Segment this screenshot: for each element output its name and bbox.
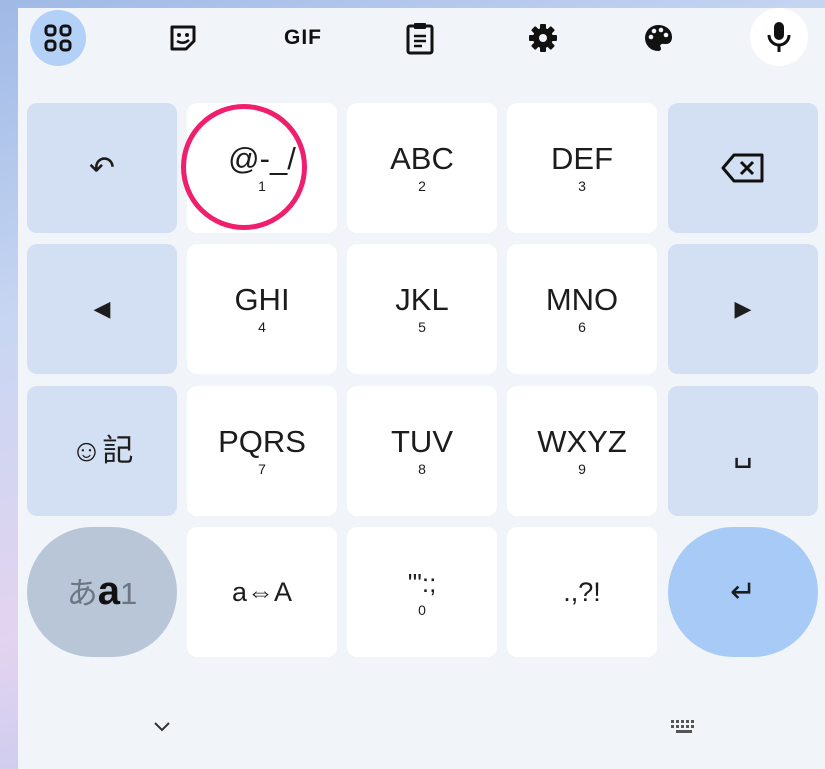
key-1[interactable]: @-_/ 1 [187, 103, 337, 233]
case-toggle-key[interactable]: a⇔A [187, 527, 337, 657]
key-7[interactable]: PQRS 7 [187, 386, 337, 516]
hiragana-mode: あ [66, 575, 98, 611]
caret-left-icon: ◀ [93, 296, 111, 321]
backspace-key[interactable] [668, 103, 818, 233]
emoji-symbol-label: ☺記 [70, 433, 134, 468]
gif-button[interactable]: GIF [275, 13, 331, 63]
key-2-label: ABC [390, 141, 454, 176]
key-6-label: MNO [545, 282, 619, 317]
numeric-mode: 1 [120, 575, 138, 611]
space-icon: ␣ [733, 433, 753, 468]
microphone-icon[interactable] [750, 8, 808, 66]
emoji-symbol-key[interactable]: ☺記 [27, 386, 177, 516]
key-6[interactable]: MNO 6 [507, 244, 657, 374]
key-8[interactable]: TUV 8 [347, 386, 497, 516]
screen: { "toolbar": { "items": [ {"icon": "apps… [0, 0, 825, 769]
caret-right-icon: ▶ [734, 296, 752, 321]
key-1-digit: 1 [258, 178, 266, 194]
key-3-label: DEF [551, 141, 613, 176]
chevron-down-icon [154, 722, 170, 732]
key-6-digit: 6 [578, 319, 586, 335]
sticker-icon[interactable] [155, 13, 211, 63]
hide-keyboard-button[interactable] [147, 716, 177, 738]
cursor-left-key[interactable]: ◀ [27, 244, 177, 374]
palette-icon[interactable] [630, 13, 686, 63]
undo-key[interactable]: ↶ [27, 103, 177, 233]
space-key[interactable]: ␣ [668, 386, 818, 516]
input-mode-key[interactable]: あa1 [27, 527, 177, 657]
keyboard-icon [671, 720, 694, 733]
punctuation-label: .,?! [563, 577, 601, 607]
key-4[interactable]: GHI 4 [187, 244, 337, 374]
punctuation-key[interactable]: .,?! [507, 527, 657, 657]
case-toggle-label: a⇔A [231, 577, 293, 607]
key-9-label: WXYZ [537, 424, 627, 459]
switch-keyboard-button[interactable] [664, 715, 704, 739]
key-1-label: @-_/ [228, 141, 296, 176]
key-0-digit: 0 [418, 602, 426, 618]
clipboard-icon[interactable] [392, 13, 448, 63]
key-5-label: JKL [395, 282, 449, 317]
key-5[interactable]: JKL 5 [347, 244, 497, 374]
backspace-icon [721, 153, 764, 183]
undo-icon: ↶ [89, 150, 115, 185]
key-2-digit: 2 [418, 178, 426, 194]
key-0-label: '":; [407, 568, 437, 598]
enter-key[interactable]: ↵ [668, 527, 818, 657]
enter-icon: ↵ [730, 574, 756, 609]
gif-label: GIF [284, 26, 322, 49]
key-4-digit: 4 [258, 319, 266, 335]
key-7-digit: 7 [258, 461, 266, 477]
key-4-label: GHI [234, 282, 290, 317]
key-9[interactable]: WXYZ 9 [507, 386, 657, 516]
key-5-digit: 5 [418, 319, 426, 335]
apps-grid-icon[interactable] [30, 10, 86, 66]
gear-icon[interactable] [515, 13, 571, 63]
key-9-digit: 9 [578, 461, 586, 477]
key-7-label: PQRS [218, 424, 306, 459]
alpha-mode: a [97, 568, 120, 613]
key-8-digit: 8 [418, 461, 426, 477]
key-8-label: TUV [391, 424, 453, 459]
cursor-right-key[interactable]: ▶ [668, 244, 818, 374]
key-3[interactable]: DEF 3 [507, 103, 657, 233]
key-0[interactable]: '":; 0 [347, 527, 497, 657]
key-2[interactable]: ABC 2 [347, 103, 497, 233]
input-mode-label: あa1 [66, 571, 138, 611]
key-3-digit: 3 [578, 178, 586, 194]
